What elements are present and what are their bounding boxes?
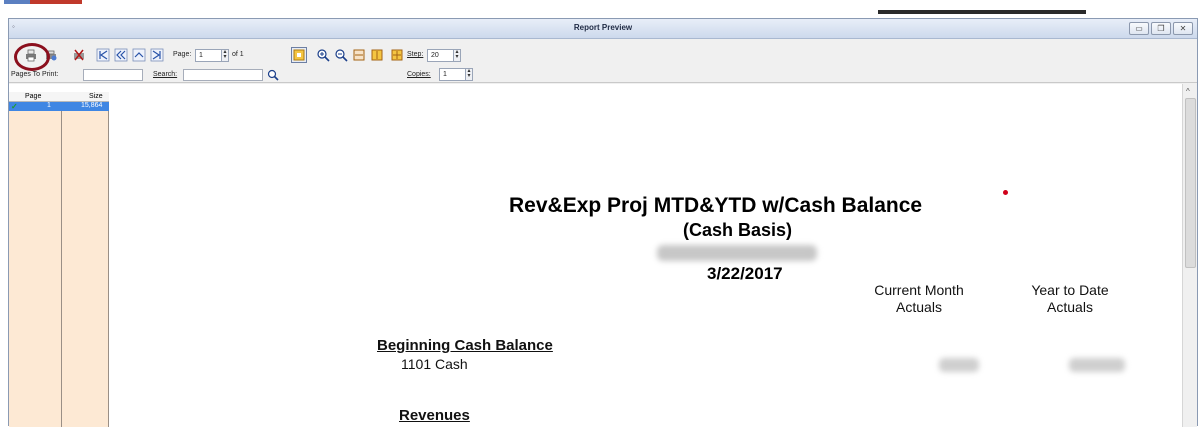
fit-width-icon [353,49,365,61]
last-page-button[interactable] [149,47,165,63]
page-spinner-arrows[interactable]: ▴ ▾ [221,49,228,61]
fit-height-button[interactable] [369,47,385,63]
background-taskbar-strip [0,0,1202,18]
page-number-field[interactable]: 1 ▴ ▾ [195,49,229,62]
redacted-ytd-amount [1069,358,1125,372]
vertical-scrollbar[interactable]: ^ [1182,84,1197,427]
highlight-circle-annotation [14,43,50,71]
copies-field[interactable]: 1 ▴ ▾ [439,68,473,81]
close-button[interactable]: ✕ [1173,22,1193,35]
last-page-icon [150,48,164,62]
page-number-value: 1 [199,52,203,59]
check-icon: ✓ [11,102,18,111]
year-to-date-header-line2: Actuals [1047,299,1093,315]
minimize-button[interactable]: ▭ [1129,22,1149,35]
current-month-header: Current Month Actuals [859,282,979,316]
window-title: Report Preview [573,23,633,32]
page-list-column-divider [61,92,62,427]
page-count: of 1 [232,51,244,58]
page-column-header[interactable]: Page [25,93,41,100]
copies-label: Copies: [407,71,431,78]
previous-page-button[interactable] [113,47,129,63]
zoom-in-button[interactable] [315,47,331,63]
page-list[interactable]: Page Size ✓ 1 15,864 [9,92,109,427]
fit-width-button[interactable] [351,47,367,63]
window-controls: ▭ ❐ ✕ [1129,22,1193,35]
marker-dot [1003,190,1008,195]
previous-page-icon [114,48,128,62]
filter-bar: Pages To Print: Search: Copies: 1 ▴ ▾ [9,67,1197,83]
fit-page-button[interactable] [291,47,307,63]
title-bar[interactable]: ◦ Report Preview ▭ ❐ ✕ [9,19,1197,39]
report-title: Rev&Exp Proj MTD&YTD w/Cash Balance [509,194,923,217]
toolbar: Page: 1 ▴ ▾ of 1 Step: 20 ▴ ▾ [9,45,1197,65]
report-page[interactable]: Rev&Exp Proj MTD&YTD w/Cash Balance (Cas… [109,84,1182,427]
report-subtitle: (Cash Basis) [683,220,793,240]
export-button[interactable] [71,47,87,63]
step-value: 20 [431,52,439,59]
full-page-icon [391,49,403,61]
current-month-header-line2: Actuals [896,299,942,315]
preview-area: Page Size ✓ 1 15,864 Rev&Exp Proj MTD&YT… [9,84,1197,427]
page-size-cell: 15,864 [81,102,103,109]
size-column-header[interactable]: Size [89,93,103,100]
step-field[interactable]: 20 ▴ ▾ [427,49,461,62]
zoom-in-icon [317,49,330,62]
fit-height-icon [371,49,383,61]
taskbar-dark-bar [878,10,1086,14]
next-page-icon [132,48,146,62]
step-spinner-arrows[interactable]: ▴ ▾ [453,49,460,61]
search-label: Search: [153,71,178,78]
next-page-button[interactable] [131,47,147,63]
redacted-month-amount [939,358,979,372]
scroll-up-icon[interactable]: ^ [1186,87,1190,96]
page-list-row[interactable]: ✓ 1 15,864 [9,102,109,111]
zoom-out-icon [335,49,348,62]
year-to-date-header-line1: Year to Date [1031,282,1109,298]
taskbar-tab-accent [4,0,30,4]
page-label: Page: [173,51,192,58]
copies-spinner-arrows[interactable]: ▴ ▾ [465,68,472,80]
first-page-icon [96,48,110,62]
revenues-section: Revenues [399,407,470,424]
scrollbar-thumb[interactable] [1185,98,1196,268]
pages-to-print-input[interactable] [83,69,143,81]
copies-value: 1 [443,71,447,78]
year-to-date-header: Year to Date Actuals [1015,282,1125,316]
search-icon [267,69,279,81]
pages-to-print-label: Pages To Print: [11,71,59,78]
search-input[interactable] [183,69,263,81]
beginning-cash-section: Beginning Cash Balance [377,337,553,354]
redacted-entity-name [657,245,817,261]
taskbar-tab-accent-red [30,0,82,4]
report-date: 3/22/2017 [707,264,783,283]
first-page-button[interactable] [95,47,111,63]
current-month-header-line1: Current Month [874,282,964,298]
step-label: Step: [407,51,424,58]
page-number-cell: 1 [47,102,51,109]
restore-button[interactable]: ❐ [1151,22,1171,35]
fit-page-icon [293,49,305,61]
report-preview-window: ◦ Report Preview ▭ ❐ ✕ Page: 1 ▴ ▾ of 1 … [8,18,1198,427]
page-list-header: Page Size [9,92,109,102]
zoom-out-button[interactable] [333,47,349,63]
export-icon [74,49,84,61]
full-page-button[interactable] [389,47,405,63]
cash-account-line: 1101 Cash [401,356,468,372]
